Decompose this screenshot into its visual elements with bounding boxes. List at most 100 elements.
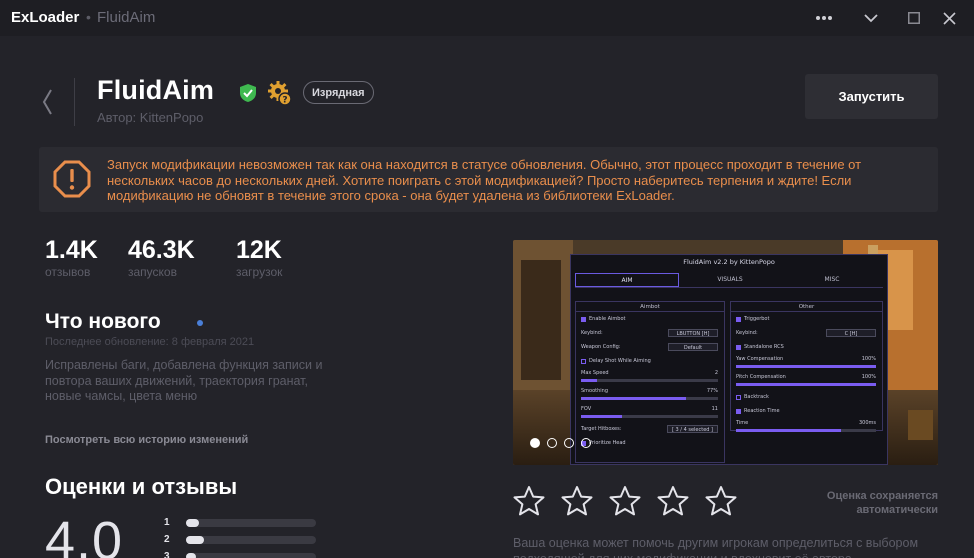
rating-bar-fill [186,518,199,527]
cheat-panel-right: Other Triggerbot Keybind: C [H] Standalone … [730,301,883,432]
gallery-dot[interactable] [530,438,540,448]
rating-star-count: 1 [164,517,170,528]
rating-bar-fill [186,535,205,544]
cheat-slider-value: 11 [711,406,718,412]
cheat-menu-tabs: AIM VISUALS MISC [575,273,883,288]
quality-badge: Изрядная [303,81,374,104]
rating-bar [186,552,316,558]
svg-text:?: ? [282,96,287,106]
back-button[interactable] [40,88,58,116]
warning-text: Запуск модификации невозможен так как он… [107,157,862,203]
window-page-title: FluidAim [97,9,156,26]
stat-label: загрузок [236,265,283,279]
cheat-row: Enable Aimbot [576,312,724,326]
maximize-button[interactable] [902,6,926,30]
cheat-slider [736,429,876,432]
cheat-row: Time 300ms [731,418,882,436]
close-button[interactable] [937,6,961,30]
more-icon [816,16,832,20]
cheat-slider-fill [581,397,687,400]
cheat-row: Delay Shot While Aiming [576,354,724,368]
maximize-icon [908,12,920,24]
rating-help-text: Ваша оценка может помочь другим игрокам … [513,536,919,558]
cheat-row: Max Speed 2 [576,368,724,386]
stat-value: 12K [236,236,282,264]
rating-breakdown-row: 2 [164,534,316,545]
cheat-row-label: Delay Shot While Aiming [589,358,651,364]
cheat-slider-fill [581,415,623,418]
cheat-tab-aim: AIM [575,273,679,287]
cheat-menu-title: FluidAim v2.2 by KittenPopo [683,258,775,266]
cheat-row: Yaw Compensation 100% [731,354,882,372]
star-icon[interactable] [705,485,737,517]
stat-value: 46.3K [128,236,195,264]
gallery-dot[interactable] [547,438,557,448]
gallery-dot[interactable] [581,438,591,448]
cheat-row: Keybind: C [H] [731,326,882,340]
title-bar: ExLoader • FluidAim [0,0,974,36]
cheat-combo: [ 3 / 4 selected ] [666,425,718,433]
rating-breakdown-row: 1 [164,517,316,528]
stat-value: 1.4K [45,236,98,264]
stat-reviews: 1.4K отзывов [45,236,98,279]
checkbox [736,344,741,350]
cheat-row: Standalone RCS [731,340,882,354]
cheat-slider [581,397,718,400]
changelog-text: Исправлены баги, добавлена функция запис… [45,358,323,403]
cheat-row-label: Max Speed [581,370,609,376]
cheat-rows: Triggerbot Keybind: C [H] Standalone RCS Yaw… [731,312,882,436]
cheat-row: Prioritize Head [576,436,724,450]
more-button[interactable] [812,6,836,30]
rating-star-count: 3 [164,551,170,558]
star-icon[interactable] [561,485,593,517]
chevron-down-icon [864,13,878,22]
cheat-row: Pitch Compensation 100% [731,372,882,390]
cheat-combo: Default [668,343,718,351]
star-icon[interactable] [609,485,641,517]
cheat-tab-visuals: VISUALS [717,276,743,283]
stat-downloads: 12K загрузок [236,236,282,279]
last-update-date: Последнее обновление: 8 февраля 2021 [45,336,255,348]
gallery-dot[interactable] [564,438,574,448]
verified-shield-icon [240,84,256,102]
cheat-row: Reaction Time [731,404,882,418]
star-icon[interactable] [657,485,689,517]
cheat-rows: Enable Aimbot Keybind: LBUTTON [H] Weapon C… [576,312,724,450]
cheat-row-label: Target Hitboxes: [581,426,622,432]
cheat-row-label: Yaw Compensation [736,356,784,362]
cheat-panel-header: Aimbot [576,302,724,312]
cheat-row: Weapon Config: Default [576,340,724,354]
gear-status-icon: ? [268,81,292,106]
cheat-row-label: Enable Aimbot [589,316,626,322]
gallery-screenshot[interactable]: FluidAim v2.2 by KittenPopo AIM VISUALS … [513,240,938,465]
header-divider [74,78,75,126]
star-icon[interactable] [513,485,545,517]
chevron-left-icon [42,89,52,115]
rating-star-count: 2 [164,534,170,545]
cheat-slider-fill [736,365,876,368]
rating-breakdown-row: 3 [164,551,316,558]
cheat-row-label: Weapon Config: [581,344,621,350]
cheat-row-label: Keybind: [581,330,603,336]
minimize-button[interactable] [859,6,883,30]
mod-author: Автор: KittenPopo [97,110,204,125]
cheat-tab-misc: MISC [824,276,840,283]
cheat-slider [736,365,876,368]
checkbox [581,358,586,364]
app-name: ExLoader [11,9,80,26]
launch-button[interactable]: Запустить [805,74,938,119]
cheat-slider [736,383,876,386]
cheat-slider-fill [736,429,841,432]
cheat-keybind: LBUTTON [H] [668,329,718,337]
cheat-slider-value: 100% [861,356,876,362]
change-history-link[interactable]: Посмотреть всю историю изменений [45,434,248,446]
cheat-row-label: Keybind: [736,330,758,336]
cheat-slider-value: 77% [706,388,718,394]
cheat-row-label: Smoothing [581,388,609,394]
cheat-slider-fill [581,379,598,382]
cheat-panel-left: Aimbot Enable Aimbot Keybind: LBUTTON [H] W… [575,301,725,463]
mod-title: FluidAim [97,75,215,105]
title-separator: • [86,9,91,25]
cheat-row-label: Prioritize Head [589,440,626,446]
cheat-row: Target Hitboxes: [ 3 / 4 selected ] [576,422,724,436]
